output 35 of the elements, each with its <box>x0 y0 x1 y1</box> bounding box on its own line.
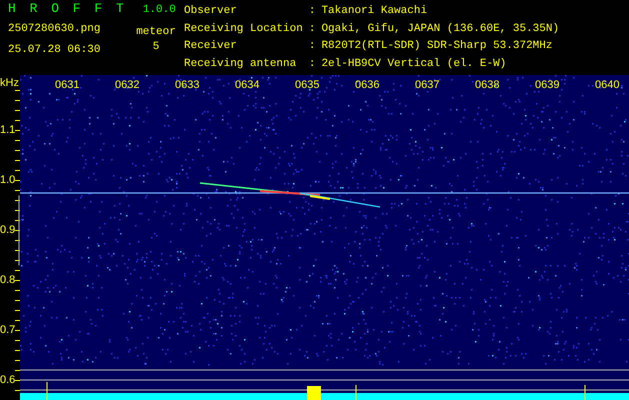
time-label: 0633 <box>175 79 200 91</box>
info-label: Receiving Location <box>184 22 303 36</box>
frequency-label: 1.0 <box>0 174 16 186</box>
time-label: 0638 <box>475 79 500 91</box>
frequency-label: 0.9 <box>0 224 16 236</box>
info-value: R820T2(RTL-SDR) SDR-Sharp 53.372MHz <box>321 40 554 54</box>
info-label: Receiver <box>184 40 238 54</box>
meteor-label: meteor <box>136 26 176 38</box>
time-label: 0637 <box>415 79 440 91</box>
version-number: 1.0.0 <box>142 4 176 16</box>
frequency-label: 0.6 <box>0 374 16 386</box>
info-colon: : <box>308 22 316 36</box>
file-name: 2507280630.png <box>8 23 100 35</box>
unit-label: kHz <box>0 77 19 89</box>
info-colon: : <box>308 40 316 54</box>
info-colon: : <box>308 58 316 72</box>
time-label: 0636 <box>355 79 380 91</box>
info-label: Receiving antenna <box>184 58 298 72</box>
time-label: 0635 <box>295 79 320 91</box>
info-value: Takanori Kawachi <box>321 5 428 19</box>
app-title: H R O F F T <box>8 3 127 15</box>
info-value: Ogaki, Gifu, JAPAN (136.60E, 35.35N) <box>321 22 560 36</box>
frequency-label: 0.7 <box>0 324 16 336</box>
frequency-label: 1.1 <box>0 124 16 136</box>
time-label: 0639 <box>535 79 560 91</box>
time-label: 0634 <box>235 79 260 91</box>
meteor-count: 5 <box>152 41 160 53</box>
time-label: 0640 <box>595 79 620 91</box>
time-label: 0632 <box>115 79 140 91</box>
info-label: Observer <box>184 5 238 19</box>
date-time: 25.07.28 06:30 <box>8 44 100 56</box>
info-colon: : <box>308 5 316 19</box>
info-value: 2el-HB9CV Vertical (el. E-W) <box>321 58 508 72</box>
time-label: 0631 <box>55 79 80 91</box>
frequency-label: 0.8 <box>0 274 16 286</box>
